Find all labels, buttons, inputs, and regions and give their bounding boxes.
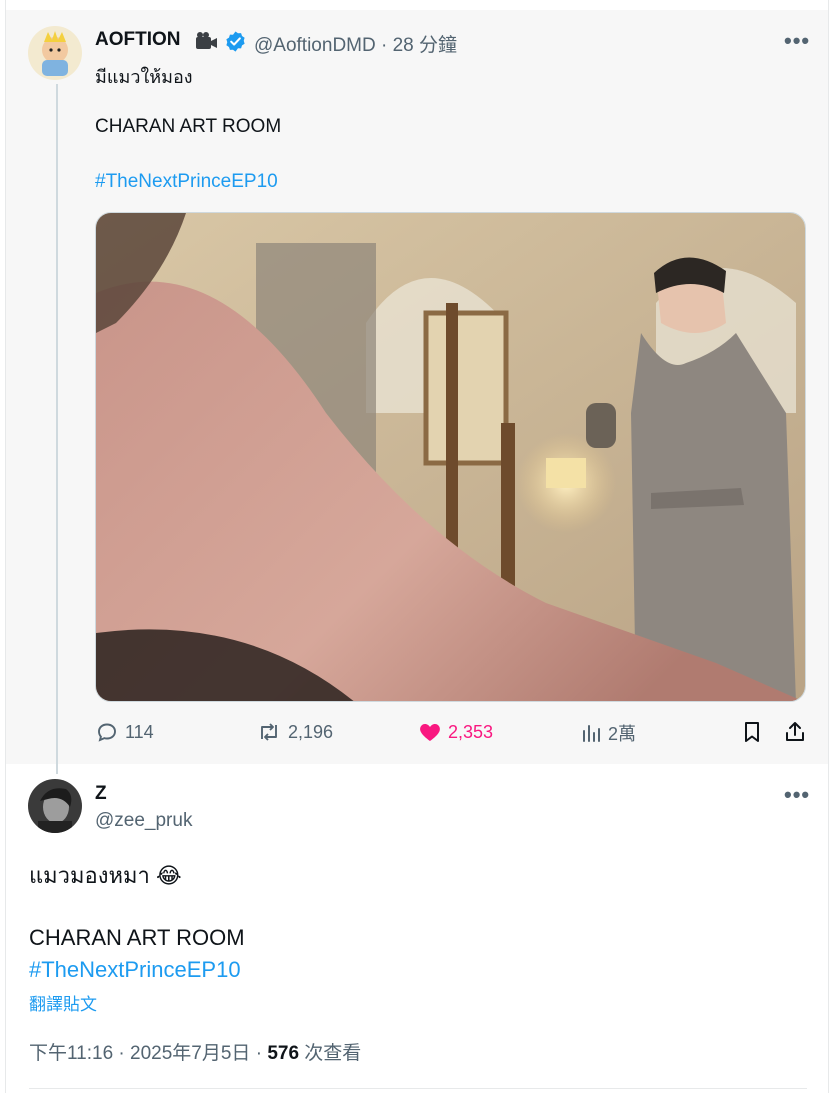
column-border-right <box>828 0 829 1093</box>
tweet-text-line: มีแมวให้มอง <box>95 67 193 87</box>
views-button[interactable]: 2萬 <box>580 720 636 746</box>
like-button[interactable]: 2,353 <box>418 720 493 744</box>
timestamp[interactable]: 下午11:16 · 2025年7月5日 · <box>29 1043 262 1064</box>
display-name[interactable]: Z <box>95 783 107 805</box>
repost-button[interactable]: 2,196 <box>256 720 333 744</box>
repost-count: 2,196 <box>288 721 334 742</box>
bookmark-icon[interactable] <box>741 720 763 744</box>
share-icon[interactable] <box>783 720 807 744</box>
user-handle[interactable]: @zee_pruk <box>95 810 192 832</box>
tweet-text-line: CHARAN ART ROOM <box>95 116 282 137</box>
tweet-meta: 下午11:16 · 2025年7月5日 · 576 次查看 <box>29 1038 361 1065</box>
tweet-text-line: CHARAN ART ROOM <box>29 925 245 950</box>
avatar[interactable] <box>28 779 82 833</box>
reply-count: 114 <box>125 721 154 742</box>
hashtag-link[interactable]: #TheNextPrinceEP10 <box>95 171 278 193</box>
heart-icon <box>418 720 442 744</box>
views-count: 2萬 <box>608 724 637 744</box>
display-name[interactable]: AOFTION <box>95 29 181 51</box>
avatar[interactable] <box>28 26 82 80</box>
page: AOFTION @AoftionDMD · 28 分鐘 ••• มีแมวให้… <box>0 0 834 1093</box>
views-label: 次查看 <box>304 1043 362 1064</box>
verified-badge-icon <box>224 30 247 58</box>
timestamp[interactable]: · 28 分鐘 <box>381 35 457 56</box>
translate-post-link[interactable]: 翻譯貼文 <box>29 990 97 1015</box>
reply-icon <box>95 720 119 744</box>
tweet-media-image[interactable] <box>95 212 806 702</box>
more-icon[interactable]: ••• <box>784 28 810 54</box>
thread-line <box>56 84 58 774</box>
camera-emoji-icon <box>194 31 218 58</box>
reply-button[interactable]: 114 <box>95 720 154 744</box>
views-count: 576 <box>267 1043 300 1064</box>
user-handle[interactable]: @AoftionDMD <box>254 35 376 56</box>
views-icon <box>580 721 602 745</box>
hashtag-link[interactable]: #TheNextPrinceEP10 <box>29 957 241 983</box>
divider <box>29 1088 807 1089</box>
repost-icon <box>256 720 282 744</box>
more-icon[interactable]: ••• <box>784 782 810 808</box>
tweet-text-line: แมวมองหมา 😂 <box>29 863 182 888</box>
like-count: 2,353 <box>448 721 494 742</box>
